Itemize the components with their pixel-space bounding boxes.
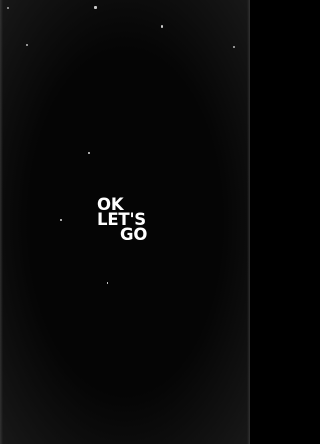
headline-line-3: GO: [120, 225, 148, 244]
dust-speck: [26, 44, 28, 46]
video-frame: OK LET'S GO: [0, 0, 250, 444]
dust-speck: [233, 46, 235, 48]
dust-speck: [88, 152, 90, 154]
frame-edge-right: [247, 0, 250, 444]
headline-text: OK LET'S GO: [92, 196, 162, 244]
dust-speck: [60, 219, 62, 221]
dust-speck: [94, 6, 97, 9]
dust-speck: [161, 25, 163, 28]
dust-speck: [107, 282, 108, 284]
frame-edge-left: [0, 0, 3, 444]
dust-speck: [7, 7, 9, 9]
